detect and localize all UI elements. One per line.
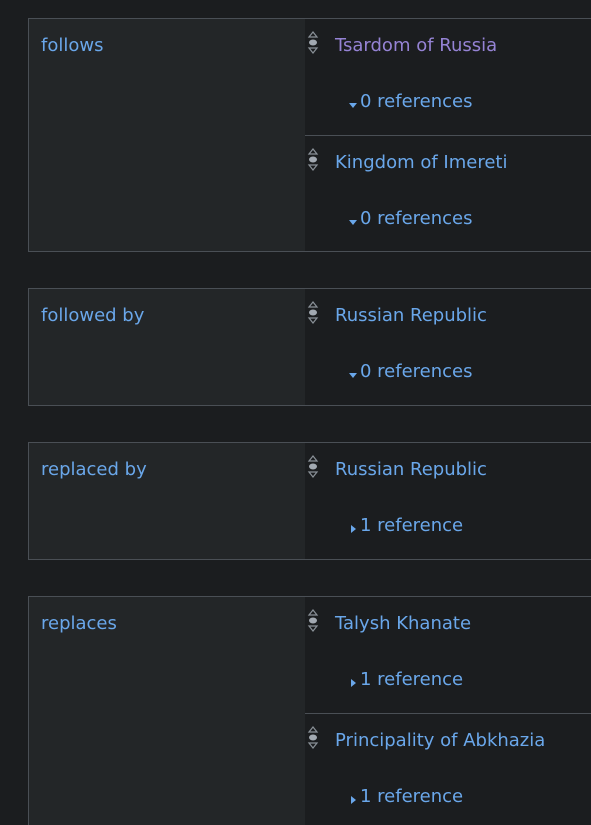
values-list: Talysh Khanate 1 reference Principality … bbox=[305, 597, 591, 825]
statements-section: follows Tsardom of Russia 0 references K… bbox=[0, 0, 591, 825]
caret-down-icon bbox=[347, 96, 359, 108]
references-toggle[interactable]: 0 references bbox=[347, 92, 473, 112]
references-toggle[interactable]: 0 references bbox=[347, 209, 473, 229]
value-link-principality-of-abkhazia[interactable]: Principality of Abkhazia bbox=[335, 731, 545, 751]
references-toggle[interactable]: 1 reference bbox=[347, 516, 463, 536]
value-link-kingdom-of-imereti[interactable]: Kingdom of Imereti bbox=[335, 153, 507, 173]
rank-normal-icon[interactable] bbox=[307, 454, 319, 479]
property-cell: replaced by bbox=[29, 443, 305, 559]
values-list: Tsardom of Russia 0 references Kingdom o… bbox=[305, 19, 591, 251]
caret-right-icon bbox=[347, 791, 359, 804]
property-label-replaced-by[interactable]: replaced by bbox=[41, 460, 147, 480]
values-list: Russian Republic 0 references bbox=[305, 289, 591, 405]
rank-normal-icon[interactable] bbox=[307, 300, 319, 325]
value-link-russian-republic[interactable]: Russian Republic bbox=[335, 460, 487, 480]
references-count: 0 references bbox=[360, 91, 473, 112]
property-cell: replaces bbox=[29, 597, 305, 825]
references-count: 0 references bbox=[360, 361, 473, 382]
statement-group-followed-by: followed by Russian Republic 0 reference… bbox=[28, 288, 591, 406]
references-count: 1 reference bbox=[360, 669, 464, 690]
property-cell: follows bbox=[29, 19, 305, 251]
rank-normal-icon[interactable] bbox=[307, 30, 319, 55]
statement-item: Principality of Abkhazia 1 reference bbox=[305, 713, 591, 825]
statement-group-follows: follows Tsardom of Russia 0 references K… bbox=[28, 18, 591, 252]
references-count: 0 references bbox=[360, 208, 473, 229]
references-count: 1 reference bbox=[360, 515, 464, 536]
caret-right-icon bbox=[347, 674, 359, 687]
statement-group-replaces: replaces Talysh Khanate 1 reference Prin… bbox=[28, 596, 591, 825]
statement-item: Russian Republic 0 references bbox=[305, 289, 591, 405]
references-count: 1 reference bbox=[360, 786, 464, 807]
caret-down-icon bbox=[347, 213, 359, 225]
value-link-talysh-khanate[interactable]: Talysh Khanate bbox=[335, 614, 471, 634]
statement-group-replaced-by: replaced by Russian Republic 1 reference bbox=[28, 442, 591, 560]
rank-normal-icon[interactable] bbox=[307, 725, 319, 750]
references-toggle[interactable]: 1 reference bbox=[347, 787, 463, 807]
value-link-russian-republic[interactable]: Russian Republic bbox=[335, 306, 487, 326]
value-link-tsardom-of-russia[interactable]: Tsardom of Russia bbox=[335, 36, 497, 56]
statement-item: Kingdom of Imereti 0 references bbox=[305, 135, 591, 251]
caret-down-icon bbox=[347, 366, 359, 378]
caret-right-icon bbox=[347, 520, 359, 533]
property-label-replaces[interactable]: replaces bbox=[41, 614, 117, 634]
rank-normal-icon[interactable] bbox=[307, 608, 319, 633]
property-cell: followed by bbox=[29, 289, 305, 405]
references-toggle[interactable]: 0 references bbox=[347, 362, 473, 382]
statement-item: Tsardom of Russia 0 references bbox=[305, 19, 591, 135]
values-list: Russian Republic 1 reference bbox=[305, 443, 591, 559]
property-label-followed-by[interactable]: followed by bbox=[41, 306, 144, 326]
rank-normal-icon[interactable] bbox=[307, 147, 319, 172]
statement-item: Russian Republic 1 reference bbox=[305, 443, 591, 559]
statement-item: Talysh Khanate 1 reference bbox=[305, 597, 591, 713]
property-label-follows[interactable]: follows bbox=[41, 36, 103, 56]
references-toggle[interactable]: 1 reference bbox=[347, 670, 463, 690]
